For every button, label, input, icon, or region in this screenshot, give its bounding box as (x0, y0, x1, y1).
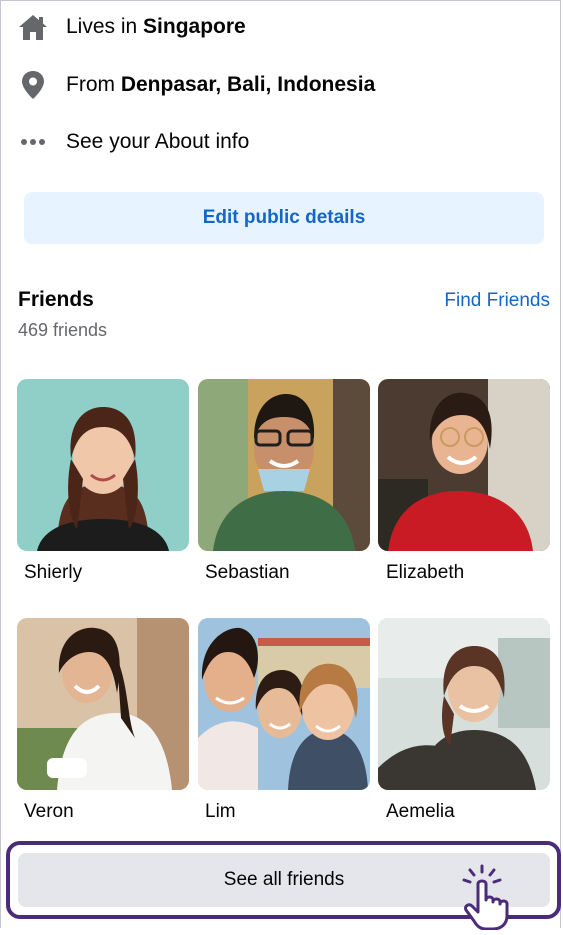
friends-title: Friends (18, 288, 94, 311)
friend-name-elizabeth[interactable]: Elizabeth (386, 562, 464, 584)
friend-photo-elizabeth[interactable] (378, 379, 550, 551)
friend-photo-sebastian[interactable] (198, 379, 370, 551)
friend-photo-aemelia[interactable] (378, 618, 550, 790)
from-row[interactable]: From Denpasar, Bali, Indonesia (18, 70, 375, 100)
friend-photo-lim[interactable] (198, 618, 370, 790)
more-dots-icon (18, 127, 48, 157)
friend-photo-shierly[interactable] (17, 379, 189, 551)
home-icon (18, 12, 48, 42)
friend-name-aemelia[interactable]: Aemelia (386, 801, 455, 823)
friends-count: 469 friends (18, 320, 108, 340)
tap-hand-icon (456, 864, 520, 931)
from-text: From Denpasar, Bali, Indonesia (66, 73, 376, 96)
lives-in-row[interactable]: Lives in Singapore (18, 12, 246, 42)
location-pin-icon (18, 70, 48, 100)
friend-name-sebastian[interactable]: Sebastian (205, 562, 290, 584)
about-info-row[interactable]: See your About info (18, 127, 249, 157)
find-friends-link[interactable]: Find Friends (444, 290, 550, 312)
friend-photo-veron[interactable] (17, 618, 189, 790)
friend-name-veron[interactable]: Veron (24, 801, 74, 823)
friend-name-shierly[interactable]: Shierly (24, 562, 82, 584)
lives-in-text: Lives in Singapore (66, 15, 246, 38)
edit-public-details-button[interactable]: Edit public details (24, 192, 544, 244)
about-info-text: See your About info (66, 130, 250, 153)
friend-name-lim[interactable]: Lim (205, 801, 236, 823)
